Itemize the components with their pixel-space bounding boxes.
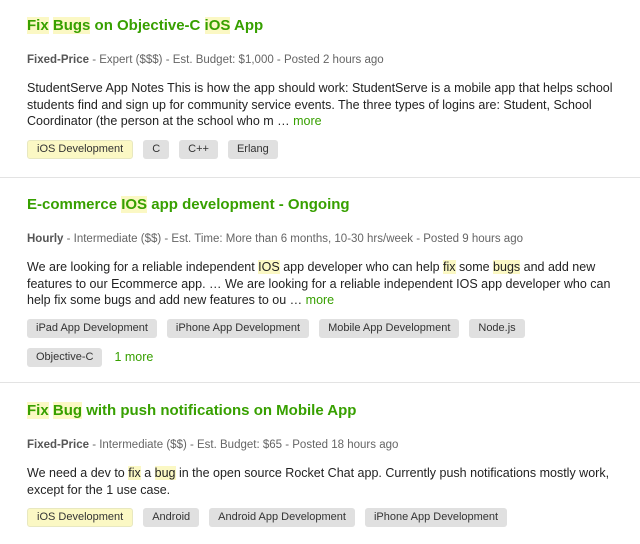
job-type: Fixed-Price xyxy=(27,439,89,451)
job-type: Hourly xyxy=(27,233,64,245)
job-description: We need a dev to fix a bug in the open s… xyxy=(27,466,610,497)
job-meta-details: - Intermediate ($$) - Est. Time: More th… xyxy=(63,233,523,245)
skill-tag[interactable]: iPhone App Development xyxy=(364,508,508,527)
job-meta-details: - Intermediate ($$) - Est. Budget: $65 -… xyxy=(89,439,399,451)
more-link[interactable]: more xyxy=(293,114,321,128)
skill-tag[interactable]: C++ xyxy=(179,139,218,159)
skill-tag[interactable]: iOS Development xyxy=(27,139,134,159)
skill-tag[interactable]: Android App Development xyxy=(209,508,355,527)
job-divider xyxy=(0,177,640,178)
job-listing-2: E-commerce IOS app development - Ongoing… xyxy=(0,195,640,377)
skill-tags: iOS Development C C++ Erlang xyxy=(27,139,614,169)
job-listing-1: Fix Bugs on Objective-C iOS App Fixed-Pr… xyxy=(0,16,640,169)
skill-tags: iOS Development Android Android App Deve… xyxy=(27,508,614,537)
more-tags-link[interactable]: 1 more xyxy=(114,350,153,364)
skill-tag[interactable]: Mobile App Development xyxy=(319,318,460,338)
job-title-link[interactable]: E-commerce IOS app development - Ongoing xyxy=(27,195,614,215)
skill-tag[interactable]: Objective-C xyxy=(27,347,103,367)
skill-tags: iPad App Development iPhone App Developm… xyxy=(27,318,614,377)
skill-tag[interactable]: C xyxy=(143,139,170,159)
job-description: StudentServe App Notes This is how the a… xyxy=(27,81,613,128)
job-title-link[interactable]: Fix Bugs on Objective-C iOS App xyxy=(27,16,614,36)
job-meta-details: - Expert ($$$) - Est. Budget: $1,000 - P… xyxy=(89,54,384,66)
skill-tag[interactable]: Node.js xyxy=(469,318,525,338)
job-meta: Fixed-Price - Expert ($$$) - Est. Budget… xyxy=(27,52,614,68)
job-meta: Hourly - Intermediate ($$) - Est. Time: … xyxy=(27,231,614,247)
job-description: We are looking for a reliable independen… xyxy=(27,260,611,307)
skill-tag[interactable]: Erlang xyxy=(227,139,278,159)
skill-tag[interactable]: iOS Development xyxy=(27,508,134,527)
job-divider xyxy=(0,382,640,383)
skill-tag[interactable]: iPhone App Development xyxy=(166,318,310,338)
job-meta: Fixed-Price - Intermediate ($$) - Est. B… xyxy=(27,437,614,453)
job-listing-3: Fix Bug with push notifications on Mobil… xyxy=(0,401,640,537)
job-title-link[interactable]: Fix Bug with push notifications on Mobil… xyxy=(27,401,614,421)
skill-tag[interactable]: iPad App Development xyxy=(27,318,157,338)
skill-tag[interactable]: Android xyxy=(143,508,200,527)
job-type: Fixed-Price xyxy=(27,54,89,66)
more-link[interactable]: more xyxy=(306,293,334,307)
